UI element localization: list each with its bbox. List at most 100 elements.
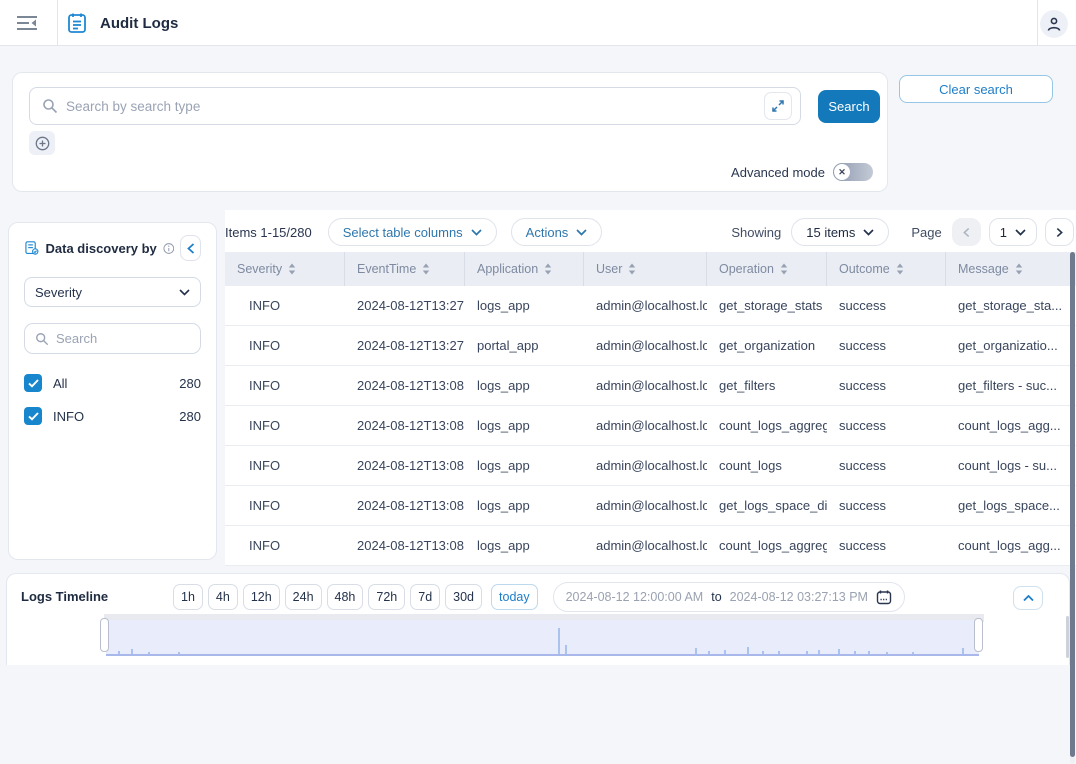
sidebar-panel-collapse-button[interactable]: [180, 235, 201, 261]
timeline-title: Logs Timeline: [21, 589, 108, 604]
severity-filter-item[interactable]: INFO 280: [24, 407, 201, 425]
plus-circle-icon: [35, 136, 50, 151]
advanced-mode-label: Advanced mode: [731, 165, 825, 180]
severity-filter-item[interactable]: All 280: [24, 374, 201, 392]
next-page-button[interactable]: [1045, 218, 1074, 246]
showing-label: Showing: [731, 225, 781, 240]
brush-handle-left[interactable]: [100, 618, 109, 652]
column-header[interactable]: Application: [465, 252, 584, 286]
table-row[interactable]: INFO 2024-08-12T13:08:... logs_app admin…: [225, 446, 1076, 486]
cell-application: logs_app: [465, 486, 584, 525]
items-range-label: Items 1-15/280: [225, 225, 312, 240]
sidebar-search-wrap: [24, 323, 201, 354]
items-per-page-select[interactable]: 15 items: [791, 218, 889, 246]
chevron-down-icon: [179, 289, 190, 296]
column-header[interactable]: Operation: [707, 252, 827, 286]
search-button[interactable]: Search: [818, 90, 880, 123]
date-to-value: 2024-08-12 03:27:13 PM: [730, 590, 868, 604]
to-label: to: [711, 590, 721, 604]
toggle-knob-off-icon: ✕: [834, 164, 850, 180]
column-header[interactable]: EventTime: [345, 252, 465, 286]
sort-icon[interactable]: [422, 263, 430, 275]
cell-user: admin@localhost.lo...: [584, 526, 707, 565]
sort-icon[interactable]: [288, 263, 296, 275]
timeline-collapse-button[interactable]: [1013, 586, 1043, 610]
sidebar-collapse-button[interactable]: [14, 12, 40, 34]
page-number-select[interactable]: 1: [989, 218, 1037, 246]
range-button[interactable]: 1h: [173, 584, 203, 610]
scrollbar-thumb[interactable]: [1070, 252, 1075, 757]
cell-application: portal_app: [465, 326, 584, 365]
cell-outcome: success: [827, 286, 946, 325]
range-button[interactable]: 4h: [208, 584, 238, 610]
date-range-picker[interactable]: 2024-08-12 12:00:00 AM to 2024-08-12 03:…: [553, 582, 905, 612]
sort-icon[interactable]: [1015, 263, 1023, 275]
brush-handle-right[interactable]: [974, 618, 983, 652]
table-row[interactable]: INFO 2024-08-12T13:08:... logs_app admin…: [225, 526, 1076, 566]
info-icon[interactable]: [163, 241, 175, 256]
range-button[interactable]: 48h: [327, 584, 364, 610]
column-header[interactable]: Message: [946, 252, 1076, 286]
histogram-spike: [747, 647, 749, 654]
cell-operation: count_logs_aggreg...: [707, 406, 827, 445]
sidebar-search-input[interactable]: [56, 331, 190, 346]
checkbox-checked-icon[interactable]: [24, 374, 42, 392]
cell-application: logs_app: [465, 406, 584, 445]
cell-severity: INFO: [225, 446, 345, 485]
cell-severity: INFO: [225, 406, 345, 445]
chevron-left-icon: [963, 227, 970, 238]
column-header[interactable]: Outcome: [827, 252, 946, 286]
range-button[interactable]: 72h: [368, 584, 405, 610]
brush-selection[interactable]: [106, 620, 979, 656]
range-button[interactable]: 24h: [285, 584, 322, 610]
sort-icon[interactable]: [544, 263, 552, 275]
table-body: INFO 2024-08-12T13:27:... logs_app admin…: [225, 286, 1076, 566]
column-header-label: EventTime: [357, 262, 416, 276]
table-row[interactable]: INFO 2024-08-12T13:08:... logs_app admin…: [225, 406, 1076, 446]
add-filter-button[interactable]: [29, 131, 55, 155]
cell-severity: INFO: [225, 286, 345, 325]
clear-search-button[interactable]: Clear search: [899, 75, 1053, 103]
table-row[interactable]: INFO 2024-08-12T13:27:... portal_app adm…: [225, 326, 1076, 366]
advanced-mode-toggle[interactable]: ✕: [833, 163, 873, 181]
timeline-brush: [7, 614, 1071, 660]
cell-severity: INFO: [225, 526, 345, 565]
search-input[interactable]: [66, 99, 764, 114]
expand-search-button[interactable]: [764, 92, 792, 120]
table-row[interactable]: INFO 2024-08-12T13:08:... logs_app admin…: [225, 366, 1076, 406]
column-header[interactable]: User: [584, 252, 707, 286]
sort-icon[interactable]: [780, 263, 788, 275]
range-button[interactable]: 12h: [243, 584, 280, 610]
table-row[interactable]: INFO 2024-08-12T13:08:... logs_app admin…: [225, 486, 1076, 526]
cell-eventtime: 2024-08-12T13:08:...: [345, 366, 465, 405]
sort-icon[interactable]: [896, 263, 904, 275]
checkbox-checked-icon[interactable]: [24, 407, 42, 425]
sort-icon[interactable]: [628, 263, 636, 275]
page-number-value: 1: [1000, 225, 1007, 240]
column-header-label: Operation: [719, 262, 774, 276]
prev-page-button[interactable]: [952, 218, 981, 246]
cell-eventtime: 2024-08-12T13:27:...: [345, 286, 465, 325]
select-table-columns-button[interactable]: Select table columns: [328, 218, 497, 246]
timeline-scrollbar[interactable]: [1066, 616, 1069, 658]
column-header-label: Outcome: [839, 262, 890, 276]
cell-operation: get_organization: [707, 326, 827, 365]
sidebar-header: Data discovery by: [24, 235, 201, 261]
today-button[interactable]: today: [491, 584, 538, 610]
actions-button[interactable]: Actions: [511, 218, 603, 246]
table-scrollbar[interactable]: [1070, 252, 1075, 764]
discovery-field-select[interactable]: Severity: [24, 277, 201, 307]
timeline-controls: 1h4h12h24h48h72h7d30d today 2024-08-12 1…: [173, 582, 905, 612]
range-buttons: 1h4h12h24h48h72h7d30d: [173, 584, 482, 610]
user-avatar-button[interactable]: [1040, 10, 1068, 38]
range-button[interactable]: 7d: [410, 584, 440, 610]
range-button[interactable]: 30d: [445, 584, 482, 610]
column-header[interactable]: Severity: [225, 252, 345, 286]
cell-outcome: success: [827, 326, 946, 365]
table-row[interactable]: INFO 2024-08-12T13:27:... logs_app admin…: [225, 286, 1076, 326]
cell-eventtime: 2024-08-12T13:08:...: [345, 526, 465, 565]
expand-icon: [772, 100, 784, 112]
cell-user: admin@localhost.lo...: [584, 286, 707, 325]
date-from-value: 2024-08-12 12:00:00 AM: [566, 590, 704, 604]
discovery-field-value: Severity: [35, 285, 82, 300]
